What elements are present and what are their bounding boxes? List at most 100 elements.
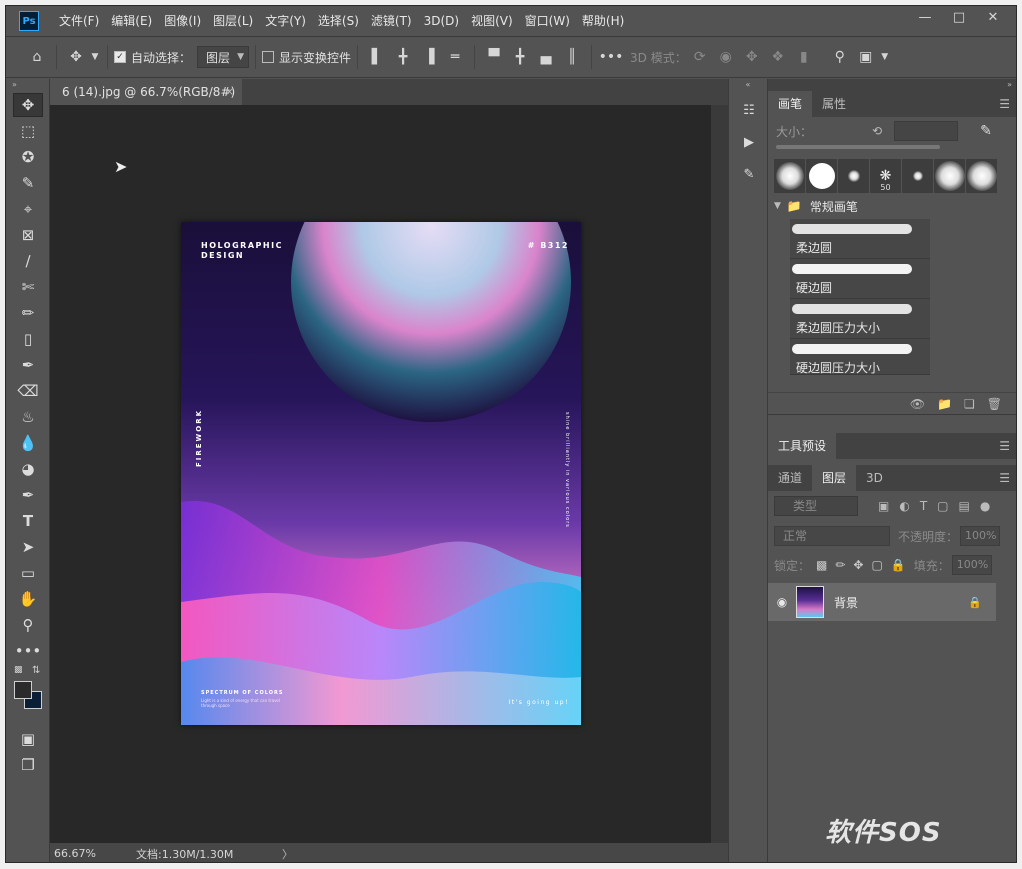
home-icon[interactable]: ⌂ (24, 44, 50, 70)
close-tab-icon[interactable]: × (225, 79, 234, 105)
menu-window[interactable]: 窗口(W) (519, 6, 576, 36)
expand-icon[interactable]: » (6, 79, 49, 91)
menu-file[interactable]: 文件(F) (53, 6, 105, 36)
3d-pan-icon[interactable]: ✥ (739, 44, 765, 70)
blur-tool-icon[interactable]: 💧 (13, 431, 43, 455)
brush-preset[interactable] (902, 159, 933, 193)
path-selection-tool-icon[interactable]: ➤ (13, 535, 43, 559)
brush-preset[interactable] (966, 159, 997, 193)
brush-preset[interactable] (774, 159, 805, 193)
screen-mode-icon[interactable]: ❐ (13, 753, 43, 777)
filter-type-icon[interactable]: T (920, 499, 927, 513)
filter-toggle-icon[interactable]: ● (980, 499, 990, 513)
brush-preset[interactable]: ❋ 50 (870, 159, 901, 193)
menu-edit[interactable]: 编辑(E) (105, 6, 158, 36)
rectangle-tool-icon[interactable]: ▭ (13, 561, 43, 585)
search-icon[interactable]: ⚲ (827, 44, 853, 70)
tab-layers[interactable]: 图层 (812, 465, 857, 491)
new-icon[interactable]: ❏ (964, 397, 975, 411)
3d-slide-icon[interactable]: ❖ (765, 44, 791, 70)
menu-layer[interactable]: 图层(L) (207, 6, 259, 36)
brush-size-input[interactable] (894, 121, 959, 141)
foreground-color[interactable] (14, 681, 32, 699)
menu-3d[interactable]: 3D(D) (418, 6, 465, 36)
zoom-level[interactable]: 66.67% (50, 847, 122, 860)
swap-colors-icon[interactable]: ⇅ (32, 665, 40, 676)
trash-icon[interactable]: 🗑 (987, 397, 1002, 411)
clone-stamp-tool-icon[interactable]: ▯ (13, 327, 43, 351)
folder-icon[interactable]: 📁 (937, 397, 952, 411)
lock-all-icon[interactable]: 🔒 (891, 558, 906, 572)
close-button[interactable]: ✕ (976, 6, 1010, 28)
layer-filter-select[interactable]: 类型 (774, 496, 858, 516)
lasso-tool-icon[interactable]: ✪ (13, 145, 43, 169)
eye-icon[interactable]: ◉ (768, 595, 796, 609)
hand-tool-icon[interactable]: ✋ (13, 587, 43, 611)
reset-icon[interactable]: ⟲ (872, 124, 882, 138)
filter-shape-icon[interactable]: ▢ (937, 499, 948, 513)
visibility-icon[interactable]: 👁 (910, 397, 925, 411)
tab-channels[interactable]: 通道 (768, 465, 812, 491)
brush-preset[interactable] (838, 159, 869, 193)
brush-tool-icon[interactable]: ✏ (13, 301, 43, 325)
brush-group[interactable]: ▼ 📁 常规画笔 (768, 193, 1016, 219)
quick-mask-icon[interactable]: ▣ (13, 727, 43, 751)
tab-tool-presets[interactable]: 工具预设 (768, 433, 837, 459)
lock-artboard-icon[interactable]: ▢ (871, 558, 882, 572)
eyedropper-tool-icon[interactable]: ∕ (13, 249, 43, 273)
align-center-h-icon[interactable]: ╋ (390, 44, 416, 70)
panel-menu-icon[interactable]: ☰ (999, 91, 1010, 117)
dodge-tool-icon[interactable]: ◕ (13, 457, 43, 481)
panel-menu-icon[interactable]: ☰ (999, 465, 1010, 491)
align-middle-v-icon[interactable]: ╋ (507, 44, 533, 70)
align-right-icon[interactable]: ▐ (416, 44, 442, 70)
more-tools-icon[interactable]: ••• (13, 639, 43, 663)
frame-tool-icon[interactable]: ⊠ (13, 223, 43, 247)
default-colors-icon[interactable]: ▩ (14, 665, 23, 675)
lock-pixels-icon[interactable]: ✏ (835, 558, 845, 572)
history-brush-tool-icon[interactable]: ✒ (13, 353, 43, 377)
maximize-button[interactable]: □ (942, 6, 976, 28)
zoom-tool-icon[interactable]: ⚲ (13, 613, 43, 637)
paint-bucket-tool-icon[interactable]: ♨ (13, 405, 43, 429)
move-tool-icon[interactable]: ✥ (13, 93, 43, 117)
more-options-icon[interactable]: ••• (598, 44, 624, 70)
align-bottom-icon[interactable]: ▄ (533, 44, 559, 70)
healing-brush-tool-icon[interactable]: ✄ (13, 275, 43, 299)
quick-select-tool-icon[interactable]: ✎ (13, 171, 43, 195)
type-tool-icon[interactable]: T (13, 509, 43, 533)
panel-menu-icon[interactable]: ☰ (999, 433, 1010, 459)
lock-transparency-icon[interactable]: ▩ (816, 558, 827, 572)
auto-select-dropdown[interactable]: 图层 ▼ (197, 46, 250, 68)
tab-properties[interactable]: 属性 (812, 91, 856, 117)
tab-3d[interactable]: 3D (856, 465, 893, 491)
menu-help[interactable]: 帮助(H) (576, 6, 630, 36)
status-menu-icon[interactable]: 〉 (282, 846, 293, 862)
chevron-down-icon[interactable]: ▼ (879, 44, 891, 70)
canvas-area[interactable]: ➤ HOLOGRAPHIC DESIGN # B312 FIREWORK shi… (50, 105, 711, 843)
poster-image[interactable]: HOLOGRAPHIC DESIGN # B312 FIREWORK shine… (181, 222, 581, 725)
brush-item[interactable]: 硬边圆压力大小 (790, 339, 930, 375)
opacity-input[interactable]: 100% (960, 526, 1001, 546)
align-left-icon[interactable]: ▌ (364, 44, 390, 70)
brush-preset[interactable] (934, 159, 965, 193)
move-tool-icon[interactable]: ✥ (63, 44, 89, 70)
marquee-tool-icon[interactable]: ⬚ (13, 119, 43, 143)
pen-tool-icon[interactable]: ✒ (13, 483, 43, 507)
distribute-icon[interactable]: ═ (442, 44, 468, 70)
fill-input[interactable]: 100% (951, 555, 992, 575)
lock-position-icon[interactable]: ✥ (853, 558, 863, 572)
brush-preset[interactable] (806, 159, 837, 193)
menu-select[interactable]: 选择(S) (312, 6, 365, 36)
3d-roll-icon[interactable]: ◉ (713, 44, 739, 70)
show-transform-checkbox[interactable] (262, 51, 275, 63)
align-top-icon[interactable]: ▀ (481, 44, 507, 70)
history-icon[interactable]: ☷ (729, 97, 769, 123)
tab-brushes[interactable]: 画笔 (768, 91, 813, 117)
workspace-icon[interactable]: ▣ (853, 44, 879, 70)
chevron-down-icon[interactable]: ▼ (89, 44, 101, 70)
filter-pixel-icon[interactable]: ▣ (878, 499, 889, 513)
brush-size-slider[interactable] (776, 145, 940, 149)
layer-row[interactable]: ◉ 背景 🔒 (768, 583, 996, 621)
menu-type[interactable]: 文字(Y) (259, 6, 312, 36)
